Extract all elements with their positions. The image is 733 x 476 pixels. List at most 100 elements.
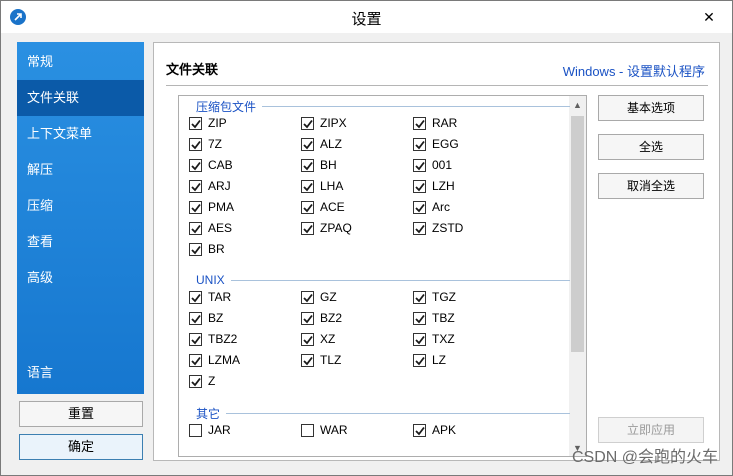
checkbox-checked-icon[interactable] bbox=[413, 137, 426, 151]
checkbox-checked-icon[interactable] bbox=[301, 179, 314, 193]
checkbox-checked-icon[interactable] bbox=[413, 423, 426, 437]
file-type-checkbox[interactable]: RAR bbox=[413, 115, 457, 131]
file-type-checkbox[interactable]: 001 bbox=[413, 157, 452, 173]
checkbox-checked-icon[interactable] bbox=[189, 374, 202, 388]
file-type-checkbox[interactable]: ZIPX bbox=[301, 115, 347, 131]
checkbox-checked-icon[interactable] bbox=[301, 311, 314, 325]
checkbox-checked-icon[interactable] bbox=[189, 353, 202, 367]
file-type-checkbox[interactable]: Z bbox=[189, 373, 215, 389]
sidebar-item[interactable]: 压缩 bbox=[17, 188, 144, 224]
vertical-scrollbar[interactable]: ▲ ▼ bbox=[569, 96, 586, 456]
basic-options-button[interactable]: 基本选项 bbox=[598, 95, 704, 121]
checkbox-checked-icon[interactable] bbox=[301, 200, 314, 214]
scroll-up-icon[interactable]: ▲ bbox=[569, 96, 586, 113]
close-icon[interactable]: ✕ bbox=[694, 6, 724, 28]
file-type-checkbox[interactable]: AES bbox=[189, 220, 232, 236]
scroll-thumb[interactable] bbox=[571, 116, 584, 352]
checkbox-checked-icon[interactable] bbox=[301, 353, 314, 367]
file-type-checkbox[interactable]: LZMA bbox=[189, 352, 240, 368]
file-type-checkbox[interactable]: LHA bbox=[301, 178, 343, 194]
checkbox-label: ZPAQ bbox=[320, 221, 352, 235]
checkbox-checked-icon[interactable] bbox=[413, 332, 426, 346]
checkbox-checked-icon[interactable] bbox=[413, 158, 426, 172]
file-type-checkbox[interactable]: BR bbox=[189, 241, 225, 257]
file-type-checkbox[interactable]: EGG bbox=[413, 136, 459, 152]
checkbox-checked-icon[interactable] bbox=[413, 290, 426, 304]
checkbox-checked-icon[interactable] bbox=[189, 116, 202, 130]
checkbox-checked-icon[interactable] bbox=[189, 311, 202, 325]
checkbox-checked-icon[interactable] bbox=[189, 242, 202, 256]
checkbox-unchecked-icon[interactable] bbox=[189, 423, 202, 437]
file-type-checkbox[interactable]: JAR bbox=[189, 422, 231, 438]
sidebar-item-language[interactable]: 语言 bbox=[17, 355, 144, 391]
checkbox-label: TAR bbox=[208, 290, 232, 304]
file-type-checkbox[interactable]: LZ bbox=[413, 352, 446, 368]
file-type-checkbox[interactable]: CAB bbox=[189, 157, 233, 173]
file-type-checkbox[interactable]: LZH bbox=[413, 178, 455, 194]
file-type-checkbox[interactable]: TBZ bbox=[413, 310, 455, 326]
sidebar-item[interactable]: 常规 bbox=[17, 44, 144, 80]
checkbox-checked-icon[interactable] bbox=[189, 179, 202, 193]
checkbox-checked-icon[interactable] bbox=[413, 353, 426, 367]
checkbox-checked-icon[interactable] bbox=[189, 200, 202, 214]
checkbox-checked-icon[interactable] bbox=[413, 116, 426, 130]
file-type-checkbox[interactable]: Arc bbox=[413, 199, 450, 215]
file-type-checkbox[interactable]: XZ bbox=[301, 331, 335, 347]
file-type-checkbox[interactable]: 7Z bbox=[189, 136, 222, 152]
checkbox-checked-icon[interactable] bbox=[189, 221, 202, 235]
checkbox-checked-icon[interactable] bbox=[301, 290, 314, 304]
ok-button[interactable]: 确定 bbox=[19, 434, 143, 460]
checkbox-checked-icon[interactable] bbox=[301, 332, 314, 346]
windows-default-programs-link[interactable]: Windows - 设置默认程序 bbox=[563, 61, 705, 80]
file-type-checkbox[interactable]: TLZ bbox=[301, 352, 341, 368]
sidebar-item[interactable]: 高级 bbox=[17, 260, 144, 296]
deselect-all-button[interactable]: 取消全选 bbox=[598, 173, 704, 199]
checkbox-checked-icon[interactable] bbox=[301, 221, 314, 235]
reset-button[interactable]: 重置 bbox=[19, 401, 143, 427]
sidebar-item[interactable]: 文件关联 bbox=[17, 80, 144, 116]
sidebar-item[interactable]: 查看 bbox=[17, 224, 144, 260]
checkbox-checked-icon[interactable] bbox=[301, 158, 314, 172]
checkbox-checked-icon[interactable] bbox=[413, 221, 426, 235]
checkbox-unchecked-icon[interactable] bbox=[301, 423, 314, 437]
group-divider bbox=[262, 105, 570, 107]
checkbox-checked-icon[interactable] bbox=[301, 137, 314, 151]
file-type-checkbox[interactable]: GZ bbox=[301, 289, 337, 305]
checkbox-checked-icon[interactable] bbox=[413, 200, 426, 214]
file-type-checkbox[interactable]: WAR bbox=[301, 422, 348, 438]
file-type-list[interactable]: ▲ ▼ 压缩包文件 ZIP ZIPX RAR 7Z ALZ EGG CAB BH 001 ARJ LH… bbox=[178, 95, 587, 457]
checkbox-label: TBZ2 bbox=[208, 332, 238, 346]
sidebar-item[interactable]: 解压 bbox=[17, 152, 144, 188]
group-title: 其它 bbox=[196, 406, 221, 421]
file-type-checkbox[interactable]: TXZ bbox=[413, 331, 455, 347]
group-title: UNIX bbox=[196, 273, 225, 287]
file-type-checkbox[interactable]: BZ bbox=[189, 310, 223, 326]
checkbox-label: XZ bbox=[320, 332, 336, 346]
checkbox-label: APK bbox=[432, 423, 457, 437]
sidebar-item[interactable]: 上下文菜单 bbox=[17, 116, 144, 152]
file-type-checkbox[interactable]: BH bbox=[301, 157, 337, 173]
checkbox-checked-icon[interactable] bbox=[189, 158, 202, 172]
checkbox-checked-icon[interactable] bbox=[189, 332, 202, 346]
file-type-checkbox[interactable]: ZIP bbox=[189, 115, 227, 131]
file-type-checkbox[interactable]: ACE bbox=[301, 199, 345, 215]
file-type-checkbox[interactable]: TAR bbox=[189, 289, 231, 305]
file-type-checkbox[interactable]: ZSTD bbox=[413, 220, 463, 236]
file-type-checkbox[interactable]: TGZ bbox=[413, 289, 456, 305]
apply-now-button[interactable]: 立即应用 bbox=[598, 417, 704, 443]
file-type-checkbox[interactable]: TBZ2 bbox=[189, 331, 237, 347]
checkbox-checked-icon[interactable] bbox=[301, 116, 314, 130]
checkbox-checked-icon[interactable] bbox=[413, 179, 426, 193]
file-type-checkbox[interactable]: BZ2 bbox=[301, 310, 342, 326]
checkbox-checked-icon[interactable] bbox=[189, 290, 202, 304]
checkbox-checked-icon[interactable] bbox=[413, 311, 426, 325]
checkbox-label: LZ bbox=[432, 353, 447, 367]
file-type-checkbox[interactable]: PMA bbox=[189, 199, 234, 215]
select-all-button[interactable]: 全选 bbox=[598, 134, 704, 160]
file-type-checkbox[interactable]: ZPAQ bbox=[301, 220, 352, 236]
group-divider bbox=[230, 279, 570, 281]
checkbox-checked-icon[interactable] bbox=[189, 137, 202, 151]
file-type-checkbox[interactable]: ARJ bbox=[189, 178, 231, 194]
file-type-checkbox[interactable]: ALZ bbox=[301, 136, 342, 152]
file-type-checkbox[interactable]: APK bbox=[413, 422, 456, 438]
